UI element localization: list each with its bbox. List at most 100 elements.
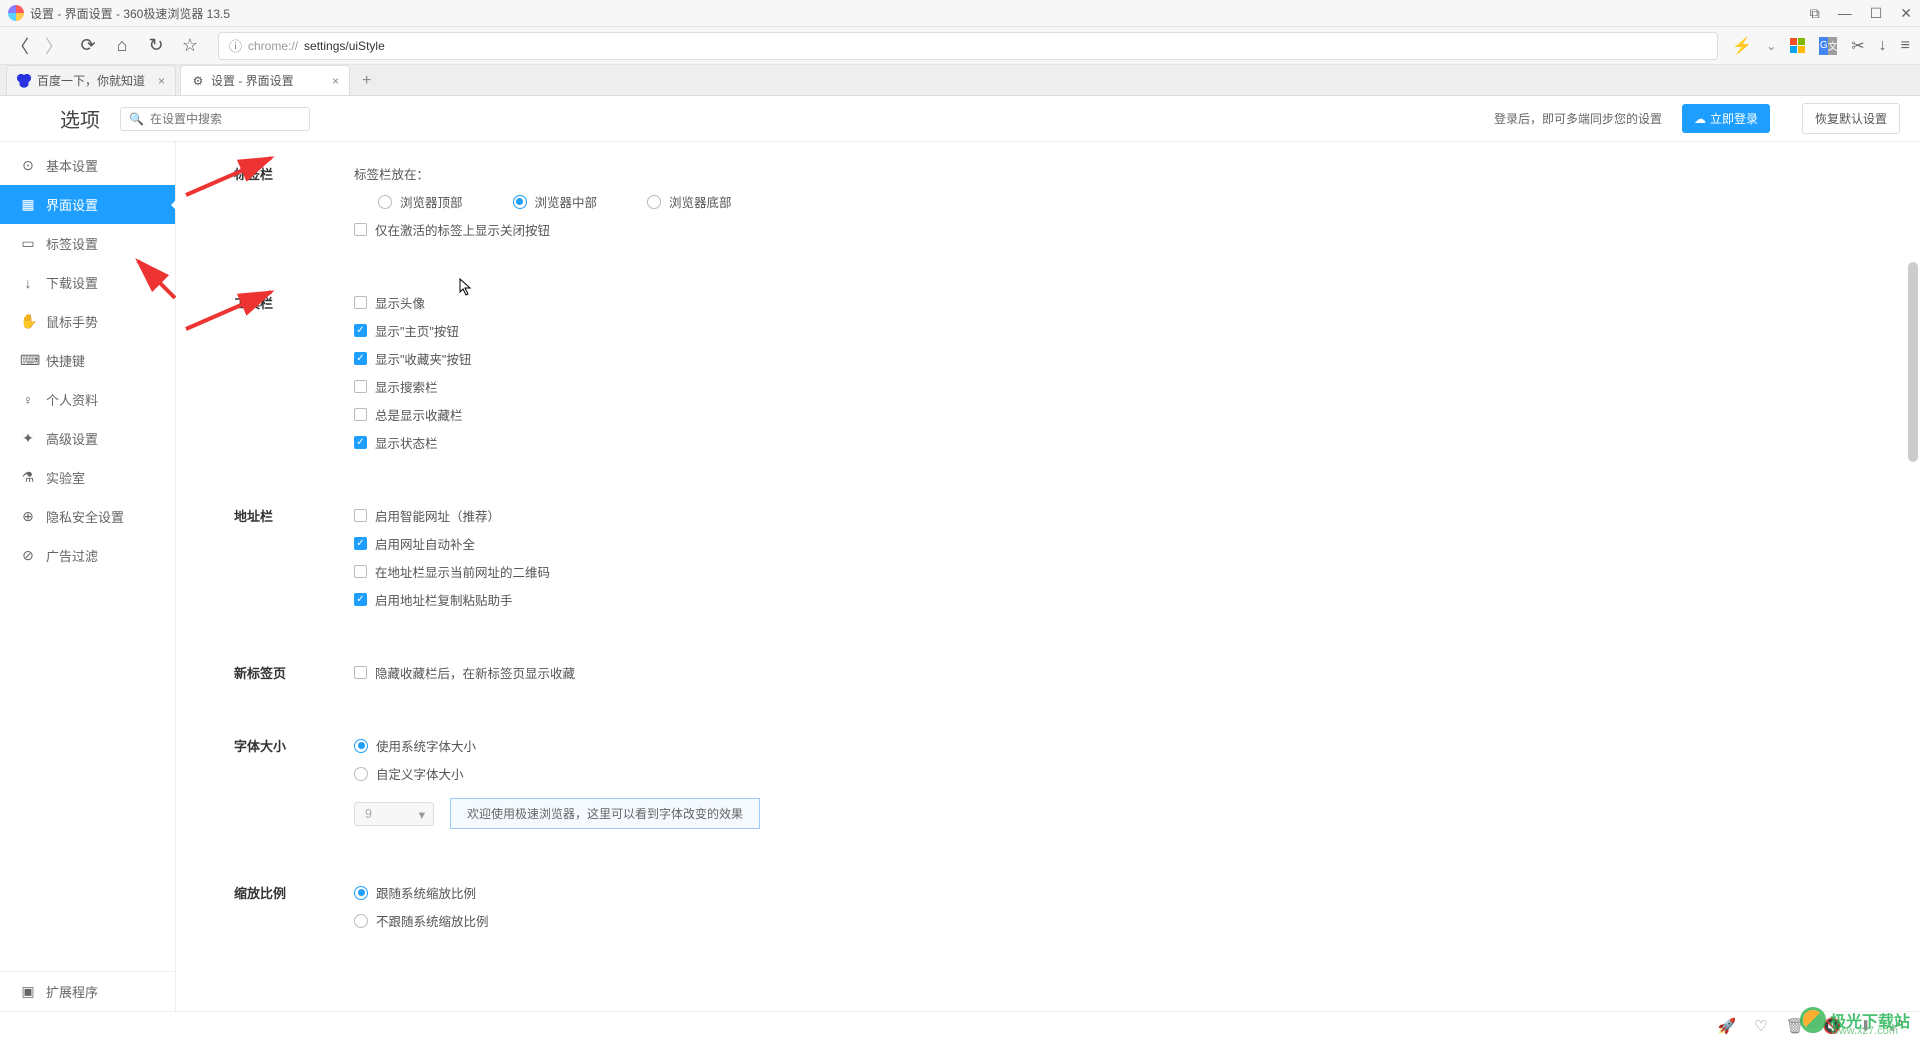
radio-tabbar-middle[interactable]: 浏览器中部 [513, 192, 598, 211]
flash-icon[interactable]: ⚡ [1732, 36, 1752, 56]
checkbox-show-searchbar[interactable]: 显示搜索栏 [354, 377, 471, 396]
main-area: ⊙基本设置 ▦界面设置 ▭标签设置 ↓ 下载设置 ✋鼠标手势 ⌨ 快捷键 ♀ 个人资料… [0, 142, 1920, 1011]
checkbox-smart-url[interactable]: 启用智能网址（推荐） [354, 506, 550, 525]
radio-tabbar-top[interactable]: 浏览器顶部 [378, 192, 463, 211]
sidebar-item-label: 下载设置 [46, 273, 98, 292]
sidebar-item-shortcut[interactable]: ⌨ 快捷键 [0, 341, 175, 380]
url-prefix: chrome:// [248, 39, 298, 53]
section-title: 标签栏 [234, 164, 354, 239]
sidebar-item-gesture[interactable]: ✋鼠标手势 [0, 302, 175, 341]
browser-toolbar: 〈 〉 ⟳ ⌂ ↻ ☆ ⓘ chrome://settings/uiStyle … [0, 27, 1920, 65]
address-bar[interactable]: ⓘ chrome:// settings/uiStyle [218, 32, 1718, 60]
font-preview: 欢迎使用极速浏览器，这里可以看到字体改变的效果 [450, 798, 760, 829]
shield-icon: ⊕ [20, 508, 36, 525]
site-info-icon[interactable]: ⓘ [229, 36, 242, 55]
forward-button[interactable]: 〉 [44, 33, 64, 59]
section-toolbar: 工具栏 显示头像 显示"主页"按钮 显示"收藏夹"按钮 显示搜索栏 总是显示收藏… [234, 293, 1920, 452]
sidebar-item-label: 快捷键 [46, 351, 85, 370]
tab-settings[interactable]: ⚙ 设置 - 界面设置 × [180, 65, 350, 95]
url-path: settings/uiStyle [304, 39, 385, 53]
minimize-icon[interactable]: — [1838, 5, 1852, 21]
checkbox-show-qrcode[interactable]: 在地址栏显示当前网址的二维码 [354, 562, 550, 581]
block-icon: ⊘ [20, 547, 36, 564]
settings-search[interactable]: 🔍 [120, 107, 310, 131]
tab-strip: 百度一下，你就知道 × ⚙ 设置 - 界面设置 × + [0, 65, 1920, 96]
sidebar-item-download[interactable]: ↓ 下载设置 [0, 263, 175, 302]
undo-button[interactable]: ↻ [146, 35, 166, 56]
sync-hint: 登录后，即可多端同步您的设置 [1494, 110, 1662, 127]
scrollbar-thumb[interactable] [1908, 262, 1918, 462]
maximize-icon[interactable]: ☐ [1870, 5, 1883, 22]
tab-close-icon[interactable]: × [158, 74, 165, 88]
flask-icon: ⚗ [20, 469, 36, 486]
sidebar-item-extensions[interactable]: ▣ 扩展程序 [0, 972, 176, 1011]
watermark: 极光下载站 www.xz7.com [1800, 1007, 1910, 1033]
section-addressbar: 地址栏 启用智能网址（推荐） 启用网址自动补全 在地址栏显示当前网址的二维码 启… [234, 506, 1920, 609]
sidebar-item-label: 个人资料 [46, 390, 98, 409]
app-icon [8, 5, 24, 21]
chevron-down-icon[interactable]: ⌄ [1766, 39, 1776, 53]
section-title: 缩放比例 [234, 883, 354, 930]
toolbar-right: ⚡ ⌄ G文 ✂ ↓ ≡ [1732, 36, 1910, 56]
sidebar-item-ui[interactable]: ▦界面设置 [0, 185, 175, 224]
rocket-icon[interactable]: 🚀 [1718, 1017, 1737, 1035]
checkbox-show-favorites-btn[interactable]: 显示"收藏夹"按钮 [354, 349, 471, 368]
sidebar-item-label: 广告过滤 [46, 546, 98, 565]
microsoft-icon[interactable] [1790, 38, 1805, 53]
checkbox-url-autocomplete[interactable]: 启用网址自动补全 [354, 534, 550, 553]
sidebar-item-advanced[interactable]: ✦高级设置 [0, 419, 175, 458]
tab-baidu[interactable]: 百度一下，你就知道 × [6, 65, 176, 95]
checkbox-show-home[interactable]: 显示"主页"按钮 [354, 321, 471, 340]
section-title: 地址栏 [234, 506, 354, 609]
window-title: 设置 - 界面设置 - 360极速浏览器 13.5 [30, 5, 1810, 22]
puzzle-icon: ▣ [20, 983, 36, 1000]
checkbox-paste-helper[interactable]: 启用地址栏复制粘贴助手 [354, 590, 550, 609]
tab-close-icon[interactable]: × [332, 74, 339, 88]
translate-icon[interactable]: G文 [1819, 37, 1837, 55]
restore-defaults-button[interactable]: 恢复默认设置 [1802, 103, 1900, 134]
radio-zoom-follow[interactable]: 跟随系统缩放比例 [354, 883, 489, 902]
menu-icon[interactable]: ≡ [1901, 37, 1910, 55]
sidebar-item-tabs[interactable]: ▭标签设置 [0, 224, 175, 263]
new-tab-button[interactable]: + [354, 67, 379, 95]
radio-tabbar-bottom[interactable]: 浏览器底部 [647, 192, 732, 211]
scissors-icon[interactable]: ✂ [1851, 36, 1864, 56]
checkbox-newtab-fav[interactable]: 隐藏收藏栏后，在新标签页显示收藏 [354, 663, 575, 682]
sidebar-item-basic[interactable]: ⊙基本设置 [0, 146, 175, 185]
font-size-select[interactable]: 9 [354, 802, 434, 826]
checkbox-close-only-active[interactable]: 仅在激活的标签上显示关闭按钮 [354, 220, 732, 239]
person-icon: ♀ [20, 392, 36, 408]
sidebar-item-label: 隐私安全设置 [46, 507, 124, 526]
close-icon[interactable]: ✕ [1900, 5, 1912, 22]
checkbox-always-show-favbar[interactable]: 总是显示收藏栏 [354, 405, 471, 424]
checkbox-show-avatar[interactable]: 显示头像 [354, 293, 471, 312]
settings-sidebar: ⊙基本设置 ▦界面设置 ▭标签设置 ↓ 下载设置 ✋鼠标手势 ⌨ 快捷键 ♀ 个人资料… [0, 142, 176, 1011]
sidebar-item-profile[interactable]: ♀ 个人资料 [0, 380, 175, 419]
sidebar-item-lab[interactable]: ⚗ 实验室 [0, 458, 175, 497]
popout-icon[interactable]: ⧉ [1810, 5, 1820, 22]
tab-icon: ▭ [20, 235, 36, 252]
sidebar-item-adblock[interactable]: ⊘ 广告过滤 [0, 536, 175, 575]
reload-button[interactable]: ⟳ [78, 35, 98, 56]
favorite-button[interactable]: ☆ [180, 35, 200, 56]
section-title: 新标签页 [234, 663, 354, 682]
download-icon: ↓ [20, 275, 36, 291]
watermark-logo-icon [1800, 1007, 1826, 1033]
sidebar-item-privacy[interactable]: ⊕ 隐私安全设置 [0, 497, 175, 536]
radio-font-system[interactable]: 使用系统字体大小 [354, 736, 760, 755]
sidebar-item-label: 扩展程序 [46, 982, 98, 1001]
checkbox-show-statusbar[interactable]: 显示状态栏 [354, 433, 471, 452]
window-titlebar: 设置 - 界面设置 - 360极速浏览器 13.5 ⧉ — ☐ ✕ [0, 0, 1920, 27]
radio-font-custom[interactable]: 自定义字体大小 [354, 764, 760, 783]
watermark-url: www.xz7.com [1831, 1025, 1898, 1037]
heart-icon[interactable]: ♡ [1754, 1017, 1767, 1035]
download-icon[interactable]: ↓ [1879, 37, 1887, 55]
section-zoom: 缩放比例 跟随系统缩放比例 不跟随系统缩放比例 [234, 883, 1920, 930]
login-button[interactable]: ☁立即登录 [1682, 104, 1770, 133]
home-button[interactable]: ⌂ [112, 35, 132, 56]
sidebar-item-label: 实验室 [46, 468, 85, 487]
keyboard-icon: ⌨ [20, 352, 36, 369]
radio-zoom-nofollow[interactable]: 不跟随系统缩放比例 [354, 911, 489, 930]
back-button[interactable]: 〈 [10, 33, 30, 59]
settings-search-input[interactable] [150, 112, 301, 126]
